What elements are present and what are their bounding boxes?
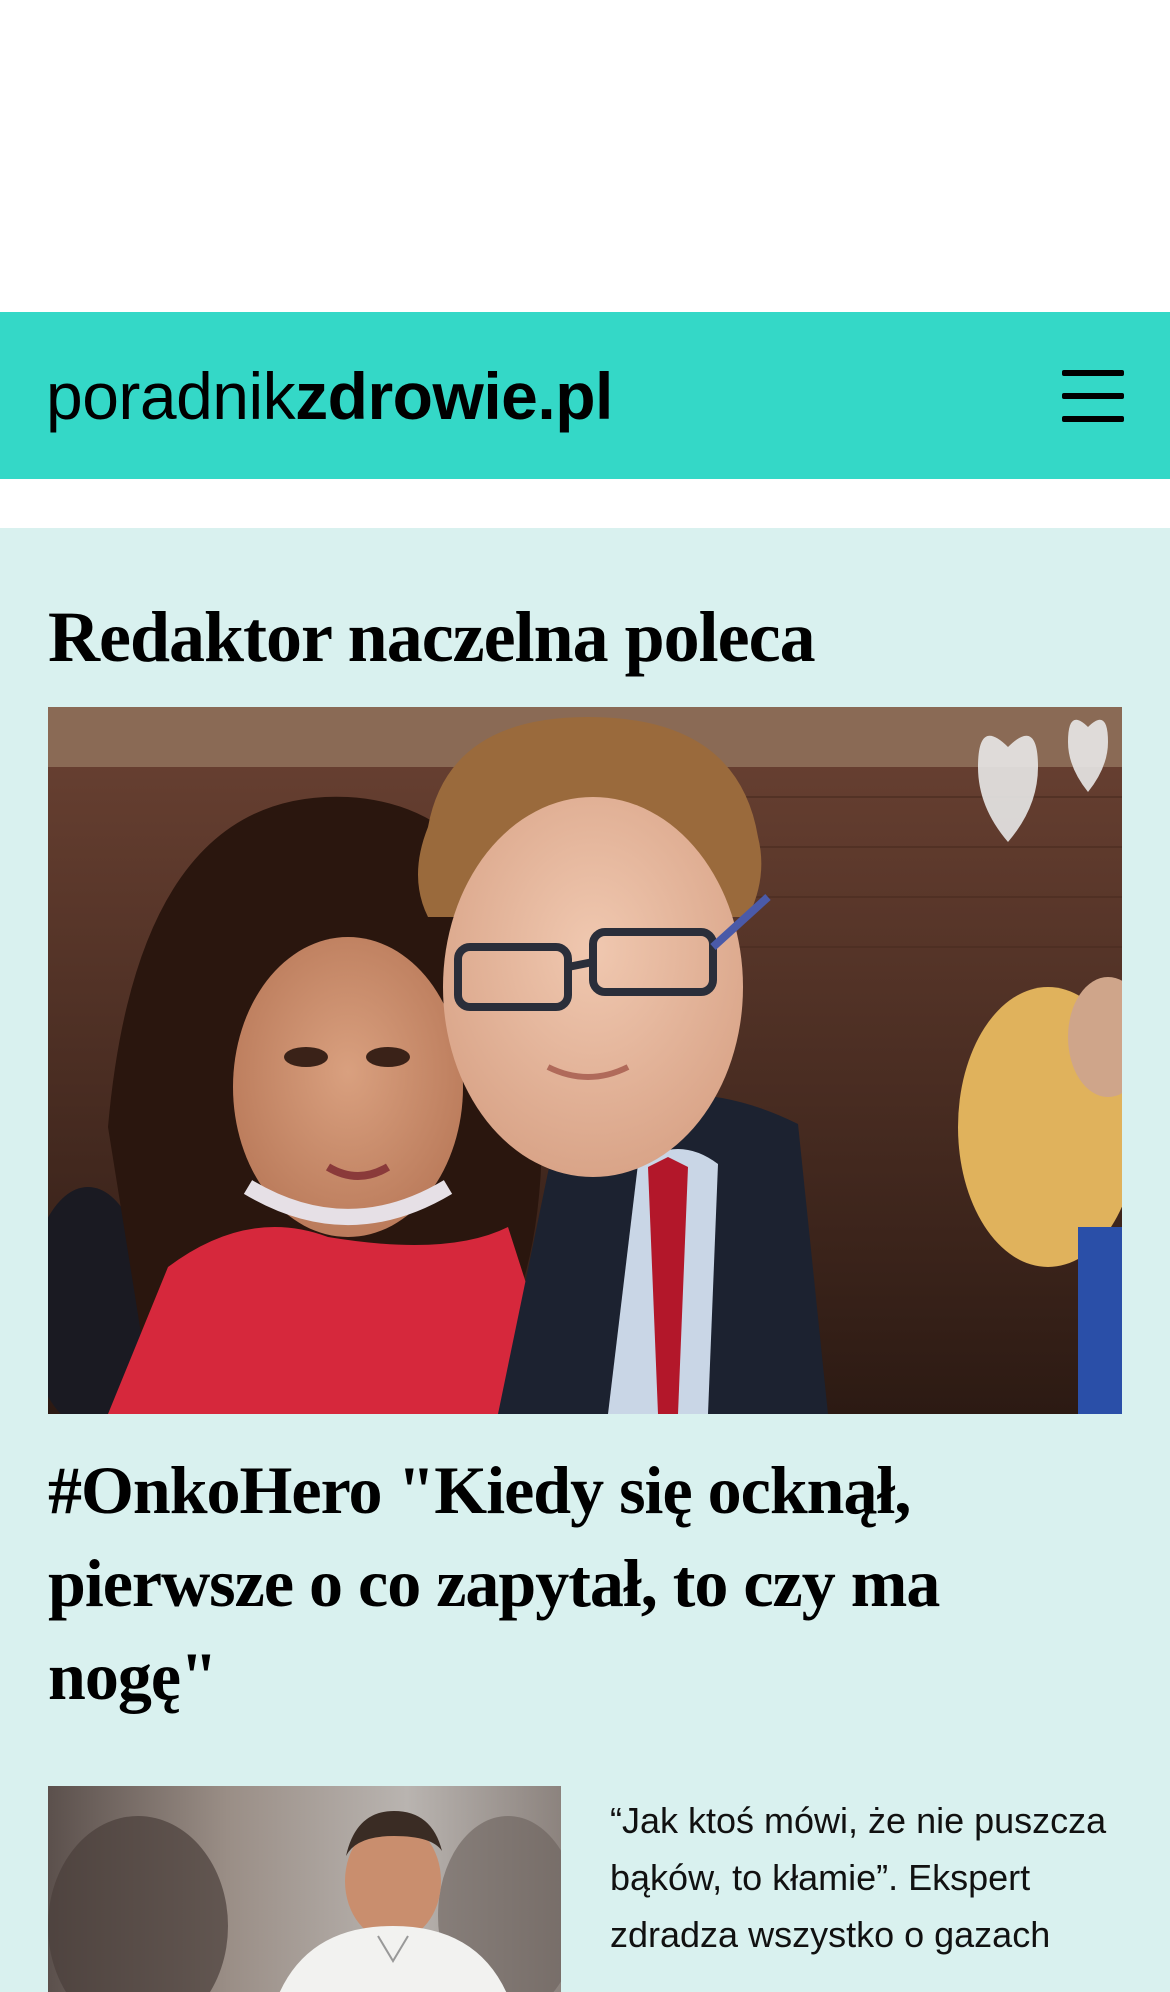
header-spacer <box>0 479 1170 528</box>
menu-line <box>1062 369 1124 376</box>
featured-article-title[interactable]: #OnkoHero "Kiedy się ocknął, pierwsze o … <box>48 1444 1122 1723</box>
section-title: Redaktor naczelna poleca <box>48 597 816 677</box>
site-logo[interactable]: poradnikzdrowie.pl <box>46 363 613 429</box>
logo-text-bold: zdrowie.pl <box>295 358 613 433</box>
article-thumbnail[interactable] <box>48 1786 561 1992</box>
ad-placeholder <box>0 0 1170 312</box>
logo-text-light: poradnik <box>46 358 296 433</box>
menu-line <box>1062 415 1124 422</box>
featured-article-image[interactable] <box>48 707 1122 1414</box>
hamburger-menu-icon[interactable] <box>1062 369 1124 422</box>
site-header: poradnikzdrowie.pl <box>0 312 1170 479</box>
article-card-title[interactable]: “Jak ktoś mówi, że nie puszcza bąków, to… <box>610 1786 1122 1992</box>
menu-line <box>1062 392 1124 399</box>
editor-picks-section: Redaktor naczelna poleca #OnkoHero "Kied… <box>0 528 1170 1992</box>
article-card[interactable]: “Jak ktoś mówi, że nie puszcza bąków, to… <box>48 1786 1122 1992</box>
